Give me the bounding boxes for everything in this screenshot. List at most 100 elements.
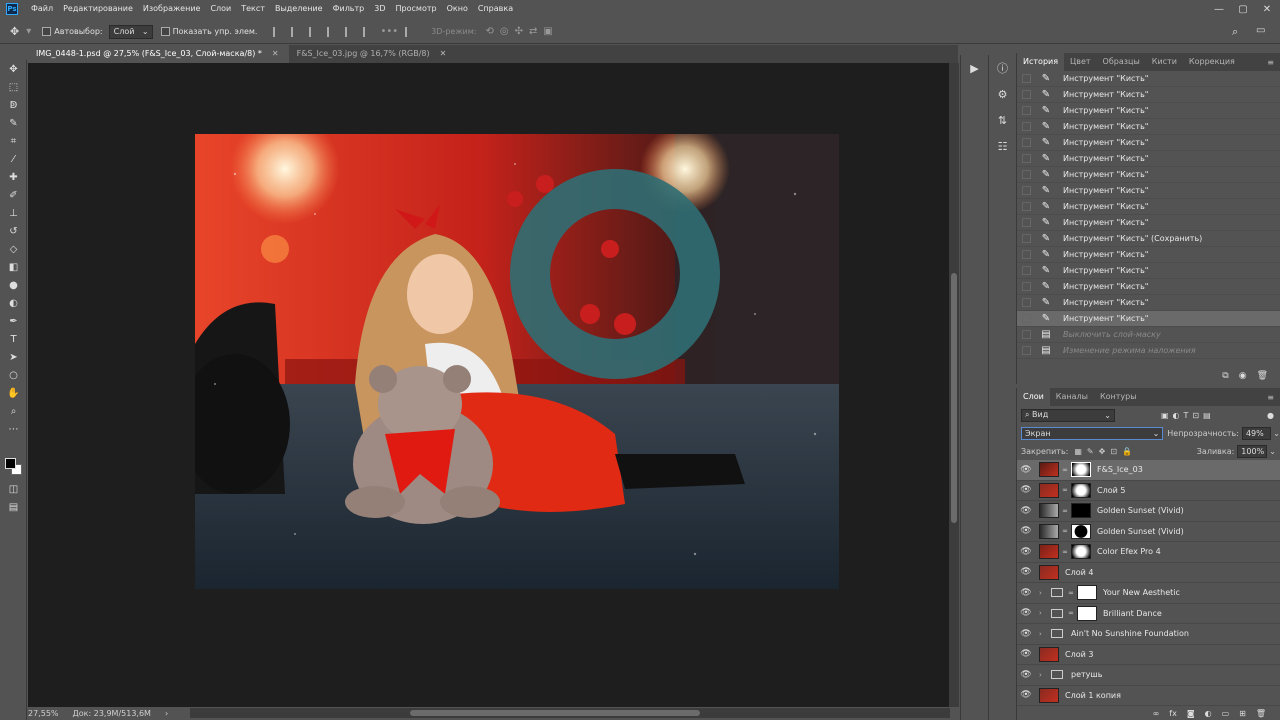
layer-thumbnail[interactable] xyxy=(1039,503,1059,519)
layer-name[interactable]: Ain't No Sunshine Foundation xyxy=(1071,629,1189,638)
new-group-icon[interactable]: ▭ xyxy=(1222,709,1230,718)
visibility-eye-icon[interactable]: 👁 xyxy=(1017,629,1035,639)
layer-row[interactable]: 👁 Слой 3 xyxy=(1017,645,1280,665)
history-item[interactable]: ✎ Инструмент "Кисть" xyxy=(1017,199,1280,215)
snapshot-source-checkbox[interactable] xyxy=(1022,298,1031,307)
close-button[interactable]: ✕ xyxy=(1254,0,1280,18)
visibility-eye-icon[interactable]: 👁 xyxy=(1017,526,1035,536)
layer-mask-thumbnail[interactable] xyxy=(1071,544,1091,560)
layer-mask-thumbnail[interactable] xyxy=(1071,482,1091,498)
layer-thumbnail[interactable] xyxy=(1039,544,1059,560)
shape-tool-icon[interactable]: ○ xyxy=(0,366,27,384)
document-image[interactable] xyxy=(195,134,839,589)
history-item[interactable]: ✎ Инструмент "Кисть" xyxy=(1017,71,1280,87)
history-item[interactable]: ✎ Инструмент "Кисть" xyxy=(1017,279,1280,295)
history-item[interactable]: ✎ Инструмент "Кисть" xyxy=(1017,183,1280,199)
link-icon[interactable]: ∞ xyxy=(1061,466,1069,474)
info-icon[interactable]: ⓘ xyxy=(989,55,1016,81)
history-item[interactable]: ✎ Инструмент "Кисть" xyxy=(1017,151,1280,167)
layer-name[interactable]: Слой 3 xyxy=(1065,650,1093,659)
layer-name[interactable]: Brilliant Dance xyxy=(1103,609,1162,618)
history-item[interactable]: ✎ Инструмент "Кисть" xyxy=(1017,247,1280,263)
minimize-button[interactable]: — xyxy=(1206,0,1232,18)
visibility-eye-icon[interactable]: 👁 xyxy=(1017,588,1035,598)
snapshot-source-checkbox[interactable] xyxy=(1022,250,1031,259)
history-item[interactable]: ▤ Выключить слой-маску xyxy=(1017,327,1280,343)
slide-3d-icon[interactable]: ⇄ xyxy=(529,26,537,37)
layer-thumbnail[interactable] xyxy=(1039,462,1059,478)
snapshot-source-checkbox[interactable] xyxy=(1022,186,1031,195)
tab-history[interactable]: История xyxy=(1017,53,1065,71)
tab-paths[interactable]: Контуры xyxy=(1094,388,1143,406)
snapshot-source-checkbox[interactable] xyxy=(1022,90,1031,99)
adjustments-icon[interactable]: ⇅ xyxy=(989,107,1016,133)
visibility-eye-icon[interactable]: 👁 xyxy=(1017,465,1035,475)
layer-mask-thumbnail[interactable] xyxy=(1071,462,1091,478)
snapshot-source-checkbox[interactable] xyxy=(1022,266,1031,275)
menu-item[interactable]: Выделение xyxy=(270,0,328,18)
tab-layers[interactable]: Слои xyxy=(1017,388,1050,406)
zoom-level[interactable]: 27,55% xyxy=(28,709,59,718)
distribute-icon[interactable] xyxy=(405,26,415,37)
expand-arrow-icon[interactable]: › xyxy=(1039,589,1047,597)
visibility-eye-icon[interactable]: 👁 xyxy=(1017,506,1035,516)
history-item[interactable]: ▤ Изменение режима наложения xyxy=(1017,343,1280,359)
hand-tool-icon[interactable]: ✋ xyxy=(0,384,27,402)
layer-name[interactable]: Слой 4 xyxy=(1065,568,1093,577)
layer-row[interactable]: 👁 › ∞ Your New Aesthetic xyxy=(1017,583,1280,604)
menu-item[interactable]: Справка xyxy=(473,0,518,18)
visibility-eye-icon[interactable]: 👁 xyxy=(1017,567,1035,577)
align-middle-icon[interactable] xyxy=(345,26,355,37)
menu-item[interactable]: Редактирование xyxy=(58,0,138,18)
adjustment-layer-icon[interactable]: ◐ xyxy=(1205,709,1212,718)
link-icon[interactable]: ∞ xyxy=(1067,609,1075,617)
history-item[interactable]: ✎ Инструмент "Кисть" xyxy=(1017,167,1280,183)
layer-mask-thumbnail[interactable] xyxy=(1071,503,1091,519)
link-icon[interactable]: ∞ xyxy=(1061,527,1069,535)
screen-mode-icon[interactable]: ▤ xyxy=(0,498,27,516)
align-left-icon[interactable] xyxy=(273,26,283,37)
visibility-eye-icon[interactable]: 👁 xyxy=(1017,608,1035,618)
snapshot-source-checkbox[interactable] xyxy=(1022,106,1031,115)
lasso-tool-icon[interactable]: ↁ xyxy=(0,96,27,114)
snapshot-source-checkbox[interactable] xyxy=(1022,346,1031,355)
history-item[interactable]: ✎ Инструмент "Кисть" xyxy=(1017,295,1280,311)
layer-name[interactable]: Golden Sunset (Vivid) xyxy=(1097,527,1184,536)
expand-arrow-icon[interactable]: › xyxy=(1039,671,1047,679)
snapshot-source-checkbox[interactable] xyxy=(1022,282,1031,291)
layer-row[interactable]: 👁 ∞ Слой 5 xyxy=(1017,481,1280,501)
dodge-tool-icon[interactable]: ◐ xyxy=(0,294,27,312)
layer-thumbnail[interactable] xyxy=(1039,687,1059,703)
eraser-tool-icon[interactable]: ◇ xyxy=(0,240,27,258)
tab-color[interactable]: Цвет xyxy=(1064,53,1097,71)
drag-3d-icon[interactable]: ✣ xyxy=(515,26,523,37)
horizontal-scrollbar[interactable] xyxy=(190,708,950,718)
autoselect-checkbox[interactable] xyxy=(42,27,52,36)
more-options-icon[interactable]: ••• xyxy=(380,26,398,37)
align-right-icon[interactable] xyxy=(309,26,319,37)
layer-row[interactable]: 👁 › ретушь xyxy=(1017,665,1280,686)
history-item[interactable]: ✎ Инструмент "Кисть" xyxy=(1017,263,1280,279)
history-item[interactable]: ✎ Инструмент "Кисть" xyxy=(1017,215,1280,231)
visibility-eye-icon[interactable]: 👁 xyxy=(1017,649,1035,659)
trash-icon[interactable]: 🗑 xyxy=(1257,371,1268,381)
layer-style-icon[interactable]: fx xyxy=(1169,709,1177,718)
eyedropper-tool-icon[interactable]: ⁄ xyxy=(0,150,27,168)
scroll-thumb[interactable] xyxy=(410,710,700,716)
align-bottom-icon[interactable] xyxy=(363,26,373,37)
autoselect-dropdown[interactable]: Слой ⌄ xyxy=(108,24,153,39)
snapshot-source-checkbox[interactable] xyxy=(1022,234,1031,243)
snapshot-source-checkbox[interactable] xyxy=(1022,138,1031,147)
menu-item[interactable]: Файл xyxy=(26,0,58,18)
layer-thumbnail[interactable] xyxy=(1039,482,1059,498)
tab-channels[interactable]: Каналы xyxy=(1050,388,1094,406)
tab-brushes[interactable]: Кисти xyxy=(1146,53,1183,71)
link-icon[interactable]: ∞ xyxy=(1061,548,1069,556)
quick-select-tool-icon[interactable]: ✎ xyxy=(0,114,27,132)
menu-item[interactable]: Фильтр xyxy=(328,0,370,18)
chevron-down-icon[interactable]: ⌄ xyxy=(1269,447,1276,456)
visibility-eye-icon[interactable]: 👁 xyxy=(1017,690,1035,700)
gradient-tool-icon[interactable]: ◧ xyxy=(0,258,27,276)
layer-row[interactable]: 👁 ∞ Golden Sunset (Vivid) xyxy=(1017,522,1280,542)
status-menu-icon[interactable]: › xyxy=(165,709,168,718)
